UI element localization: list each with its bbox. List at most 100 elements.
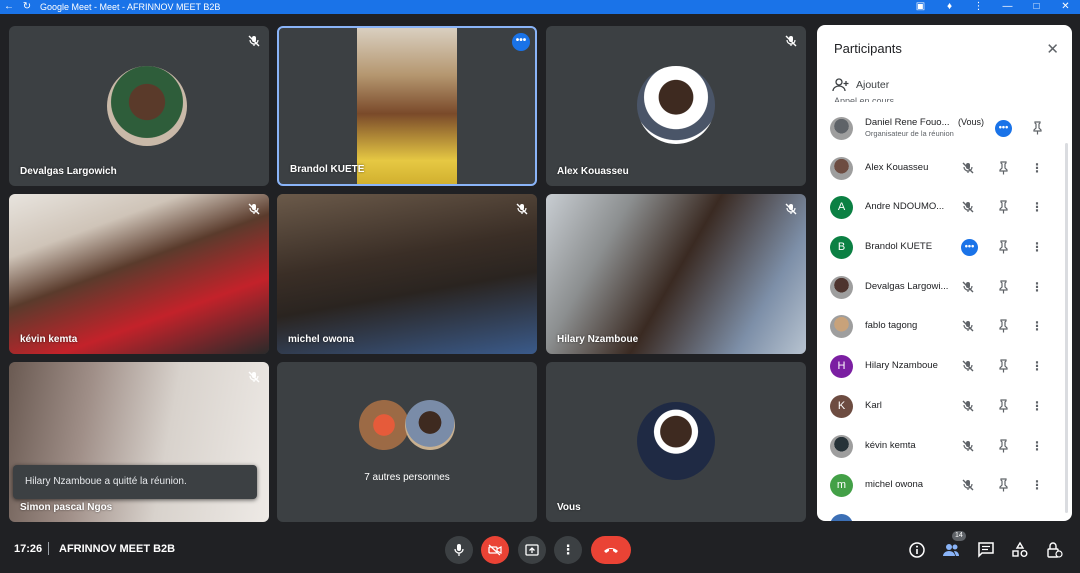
tile-name: michel owona bbox=[288, 334, 355, 345]
mic-off-icon[interactable] bbox=[961, 439, 975, 453]
maximize-icon[interactable]: □ bbox=[1022, 0, 1051, 14]
minimize-icon[interactable]: — bbox=[993, 0, 1022, 14]
kebab-icon[interactable]: ⋮ bbox=[1030, 399, 1044, 413]
participant-video bbox=[546, 194, 806, 354]
participant-count-badge: 14 bbox=[952, 531, 966, 541]
kebab-icon[interactable]: ⋮ bbox=[1030, 240, 1044, 254]
video-tile[interactable]: Devalgas Largowich bbox=[9, 26, 269, 186]
kebab-icon: ⋮ bbox=[561, 542, 575, 557]
participant-name: Devalgas Largowi... bbox=[865, 280, 949, 292]
mic-off-icon bbox=[248, 35, 260, 47]
kebab-icon[interactable]: ⋮ bbox=[1030, 319, 1044, 333]
kebab-icon[interactable]: ⋮ bbox=[964, 0, 993, 14]
tile-name: kévin kemta bbox=[20, 334, 78, 345]
add-people-button[interactable]: Ajouter bbox=[832, 78, 889, 92]
add-person-icon bbox=[832, 78, 849, 92]
pin-icon[interactable] bbox=[997, 478, 1010, 492]
participant-row[interactable] bbox=[817, 506, 1067, 521]
participant-row[interactable]: Alex Kouasseu ⋮ bbox=[817, 149, 1067, 189]
participant-row[interactable]: kévin kemta ⋮ bbox=[817, 427, 1067, 467]
close-icon[interactable]: ✕ bbox=[1051, 0, 1080, 14]
video-tile-active[interactable]: ••• Brandol KUETE bbox=[277, 26, 537, 186]
present-screen-icon bbox=[525, 544, 539, 556]
participant-row[interactable]: H Hilary Nzamboue ⋮ bbox=[817, 347, 1067, 387]
add-label: Ajouter bbox=[856, 79, 890, 91]
arrow-left-icon[interactable]: ← bbox=[0, 0, 18, 14]
participant-name: Hilary Nzamboue bbox=[865, 360, 938, 372]
participant-name: Brandol KUETE bbox=[865, 241, 933, 253]
pin-icon[interactable] bbox=[997, 438, 1010, 453]
kebab-icon[interactable]: ⋮ bbox=[1030, 161, 1044, 175]
present-screen-button[interactable] bbox=[518, 536, 546, 564]
close-icon[interactable]: ✕ bbox=[1046, 40, 1059, 58]
pin-icon[interactable] bbox=[997, 399, 1010, 413]
kebab-icon[interactable]: ⋮ bbox=[1030, 439, 1044, 453]
mic-off-icon[interactable] bbox=[961, 478, 975, 492]
others-tile[interactable]: 7 autres personnes bbox=[277, 362, 537, 522]
participant-avatar: K bbox=[830, 394, 853, 418]
more-options-icon[interactable]: ••• bbox=[961, 239, 978, 257]
kebab-icon[interactable]: ⋮ bbox=[1030, 359, 1044, 373]
mic-off-icon[interactable] bbox=[961, 161, 975, 175]
pin-icon[interactable] bbox=[997, 161, 1010, 175]
mic-off-icon[interactable] bbox=[961, 319, 975, 333]
video-tile[interactable]: kévin kemta bbox=[9, 194, 269, 354]
video-tile[interactable]: Hilary Nzamboue bbox=[546, 194, 806, 354]
host-controls-icon[interactable] bbox=[1045, 541, 1063, 559]
mic-off-icon[interactable] bbox=[961, 200, 975, 214]
participant-row[interactable]: m michel owona ⋮ bbox=[817, 466, 1067, 506]
microphone-icon bbox=[454, 544, 464, 556]
pin-icon[interactable] bbox=[1031, 121, 1044, 135]
scrollbar[interactable] bbox=[1065, 143, 1068, 513]
extension-icon[interactable]: ♦ bbox=[935, 0, 964, 14]
participant-avatar bbox=[830, 434, 853, 458]
leave-call-button[interactable] bbox=[591, 536, 631, 564]
divider bbox=[48, 542, 49, 555]
participant-row[interactable]: Daniel Rene Fouo... (Vous) Organisateur de… bbox=[817, 109, 1067, 149]
participant-list: Daniel Rene Fouo... (Vous) Organisateur de… bbox=[817, 109, 1067, 521]
more-options-button[interactable]: ⋮ bbox=[554, 536, 582, 564]
pin-icon[interactable] bbox=[997, 280, 1010, 294]
section-label: Appel en cours bbox=[834, 96, 895, 102]
participant-avatar: B bbox=[830, 236, 853, 260]
pin-icon[interactable] bbox=[997, 359, 1010, 373]
kebab-icon[interactable]: ⋮ bbox=[1030, 478, 1044, 492]
participant-row[interactable]: fablo tagong ⋮ bbox=[817, 307, 1067, 347]
participant-row[interactable]: B Brandol KUETE ••• ⋮ bbox=[817, 228, 1067, 268]
microphone-button[interactable] bbox=[445, 536, 473, 564]
pin-icon[interactable] bbox=[997, 200, 1010, 214]
camera-off-button[interactable] bbox=[481, 536, 509, 564]
self-tile[interactable]: Vous bbox=[546, 362, 806, 522]
mic-off-icon[interactable] bbox=[961, 359, 975, 373]
participant-video bbox=[357, 28, 457, 184]
participant-row[interactable]: Devalgas Largowi... ⋮ bbox=[817, 268, 1067, 308]
pin-icon[interactable] bbox=[997, 240, 1010, 254]
mic-off-icon bbox=[248, 371, 260, 383]
participant-avatar bbox=[405, 400, 455, 450]
participant-avatar bbox=[830, 156, 853, 180]
participant-name: Karl bbox=[865, 399, 882, 411]
kebab-icon[interactable]: ⋮ bbox=[1030, 280, 1044, 294]
participant-name: Daniel Rene Fouo... bbox=[865, 117, 950, 128]
camera-icon[interactable]: ▣ bbox=[906, 0, 935, 14]
reload-icon[interactable]: ↻ bbox=[18, 0, 36, 14]
participant-row[interactable]: K Karl ⋮ bbox=[817, 387, 1067, 427]
participant-row[interactable]: A Andre NDOUMO... ⋮ bbox=[817, 188, 1067, 228]
participant-avatar: m bbox=[830, 474, 853, 498]
participant-avatar bbox=[107, 66, 187, 146]
more-options-icon[interactable]: ••• bbox=[995, 120, 1012, 137]
chat-icon[interactable] bbox=[977, 541, 995, 559]
more-options-icon[interactable]: ••• bbox=[512, 33, 530, 51]
video-tile[interactable]: Alex Kouasseu bbox=[546, 26, 806, 186]
kebab-icon[interactable]: ⋮ bbox=[1030, 200, 1044, 214]
info-icon[interactable] bbox=[908, 541, 926, 559]
people-icon[interactable] bbox=[942, 541, 960, 559]
tile-name: Brandol KUETE bbox=[290, 164, 365, 175]
pin-icon[interactable] bbox=[997, 319, 1010, 333]
video-tile[interactable]: michel owona bbox=[277, 194, 537, 354]
participant-avatar bbox=[830, 117, 853, 140]
mic-off-icon[interactable] bbox=[961, 399, 975, 413]
participant-video bbox=[277, 194, 537, 354]
mic-off-icon[interactable] bbox=[961, 280, 975, 294]
activities-icon[interactable] bbox=[1011, 541, 1029, 559]
